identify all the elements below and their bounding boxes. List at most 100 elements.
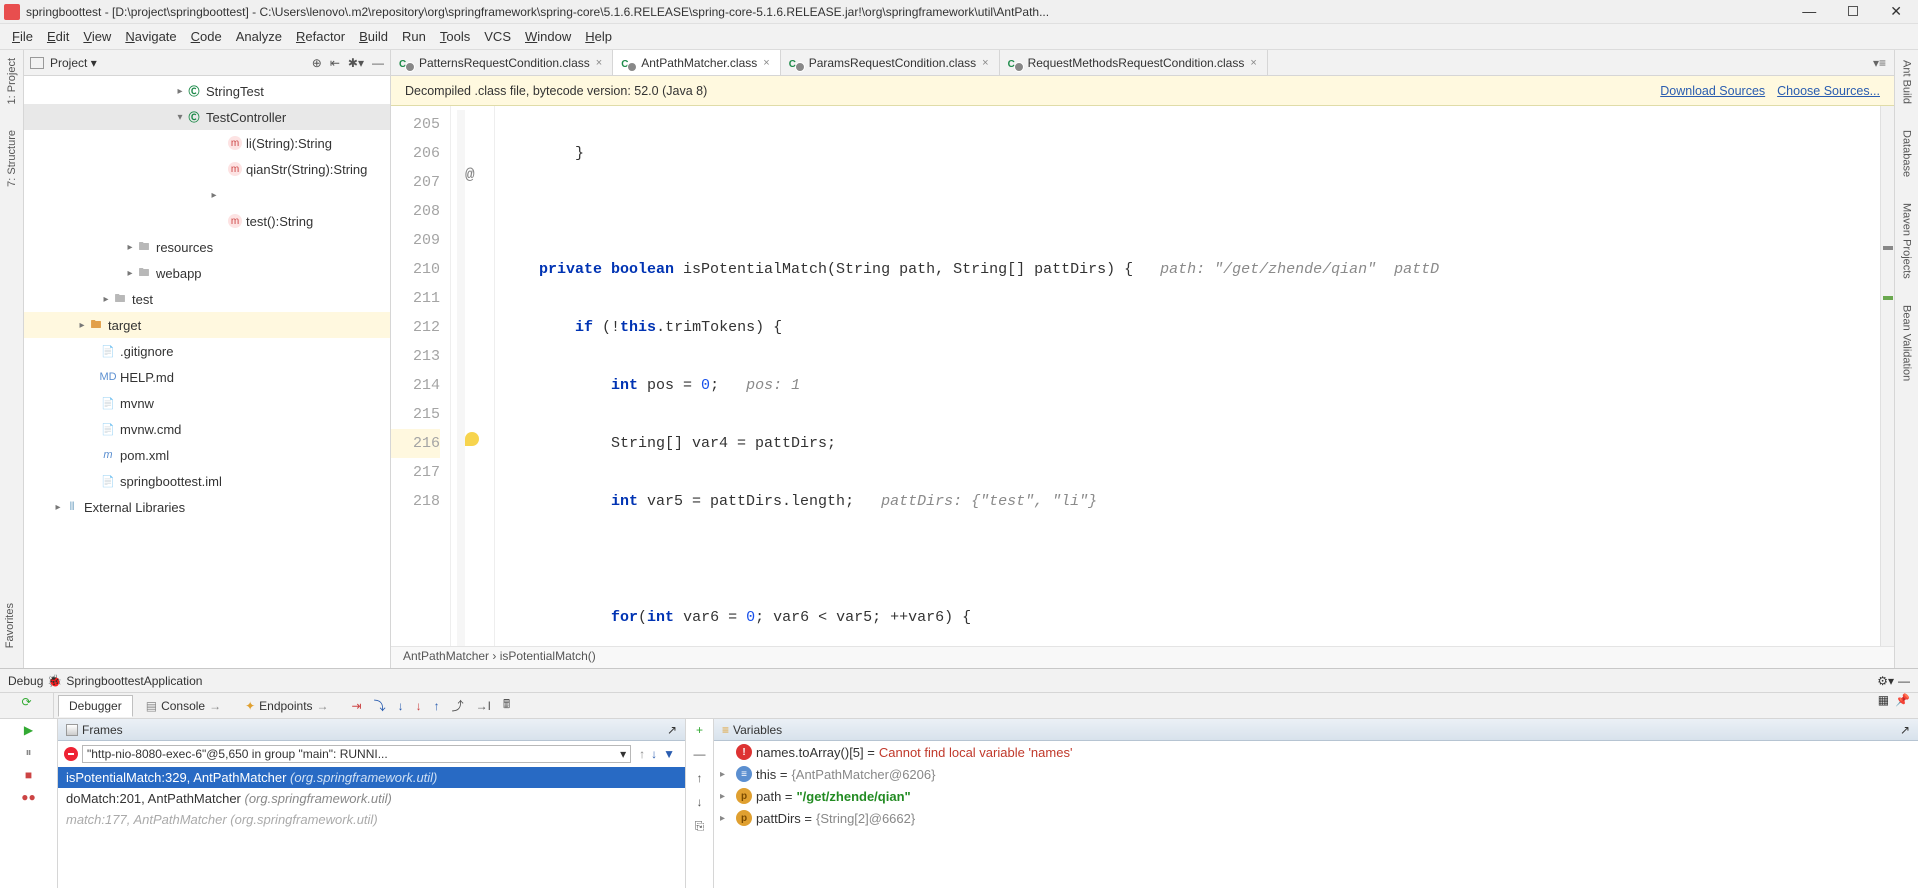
tree-resources[interactable]: resources bbox=[156, 240, 213, 255]
maximize-button[interactable] bbox=[1842, 3, 1864, 20]
menu-run[interactable]: Run bbox=[396, 27, 432, 46]
debug-hide-icon[interactable]: — bbox=[1898, 674, 1910, 688]
tree-m-qianstr[interactable]: qianStr(String):String bbox=[246, 162, 367, 177]
pause-icon[interactable]: ⏸ bbox=[25, 745, 31, 760]
tree-target[interactable]: target bbox=[108, 318, 141, 333]
menu-file[interactable]: File bbox=[6, 27, 39, 46]
close-icon[interactable]: × bbox=[982, 57, 988, 69]
tree-pom[interactable]: pom.xml bbox=[120, 448, 169, 463]
hide-icon[interactable]: — bbox=[372, 56, 384, 70]
drop-frame-icon[interactable]: ⤴ bbox=[452, 697, 464, 714]
step-into-icon[interactable]: ↓ bbox=[398, 699, 404, 713]
thread-select[interactable]: "http-nio-8080-exec-6"@5,650 in group "m… bbox=[82, 745, 631, 763]
download-sources-link[interactable]: Download Sources bbox=[1660, 84, 1765, 98]
prev-frame-icon[interactable]: ↑ bbox=[639, 747, 645, 761]
rail-bean-validation[interactable]: Bean Validation bbox=[1901, 301, 1913, 385]
menu-build[interactable]: Build bbox=[353, 27, 394, 46]
stack-frame[interactable]: match:177, AntPathMatcher (org.springfra… bbox=[58, 809, 685, 830]
rail-ant-build[interactable]: Ant Build bbox=[1901, 56, 1913, 108]
rail-structure[interactable]: 7: Structure bbox=[6, 126, 18, 191]
debug-label[interactable]: Debug bbox=[8, 674, 43, 688]
close-icon[interactable]: × bbox=[1250, 57, 1256, 69]
tree-m-li[interactable]: li(String):String bbox=[246, 136, 332, 151]
rail-maven[interactable]: Maven Projects bbox=[1901, 199, 1913, 283]
tree-test[interactable]: test bbox=[132, 292, 153, 307]
layout-icon[interactable]: ▦ bbox=[1878, 693, 1889, 718]
tab-params[interactable]: ParamsRequestCondition.class× bbox=[781, 50, 1000, 75]
close-icon[interactable]: × bbox=[763, 57, 769, 69]
editor-breadcrumb[interactable]: AntPathMatcher › isPotentialMatch() bbox=[391, 646, 1894, 668]
evaluate-icon[interactable]: 🖩 bbox=[503, 695, 510, 716]
vars-restore-icon[interactable]: ↗ bbox=[1900, 723, 1910, 737]
tree-webapp[interactable]: webapp bbox=[156, 266, 202, 281]
menu-navigate[interactable]: Navigate bbox=[119, 27, 182, 46]
tree-help[interactable]: HELP.md bbox=[120, 370, 174, 385]
scroll-map[interactable] bbox=[1880, 106, 1894, 646]
menu-help[interactable]: Help bbox=[579, 27, 618, 46]
stack-frame[interactable]: isPotentialMatch:329, AntPathMatcher (or… bbox=[58, 767, 685, 788]
project-tree[interactable]: ▸ⒸStringTest ▾ⒸTestController mli(String… bbox=[24, 76, 390, 668]
menu-code[interactable]: Code bbox=[185, 27, 228, 46]
menu-window[interactable]: Window bbox=[519, 27, 577, 46]
tab-requestmethods[interactable]: RequestMethodsRequestCondition.class× bbox=[1000, 50, 1268, 75]
tree-mvnwcmd[interactable]: mvnw.cmd bbox=[120, 422, 181, 437]
endpoints-tab[interactable]: ✦Endpoints→ bbox=[234, 695, 339, 717]
debug-settings-icon[interactable]: ⚙▾ bbox=[1877, 674, 1894, 688]
console-tab[interactable]: ▤Console→ bbox=[135, 695, 232, 717]
frames-restore-icon[interactable]: ↗ bbox=[667, 723, 677, 737]
view-breakpoints-icon[interactable]: ●● bbox=[21, 790, 36, 804]
bulb-icon[interactable] bbox=[465, 432, 479, 446]
resume-icon[interactable]: ▶ bbox=[24, 723, 33, 737]
project-dropdown[interactable]: Project ▾ bbox=[50, 56, 97, 70]
menu-tools[interactable]: Tools bbox=[434, 27, 476, 46]
force-step-into-icon[interactable]: ↓ bbox=[416, 699, 422, 713]
stack-frame[interactable]: doMatch:201, AntPathMatcher (org.springf… bbox=[58, 788, 685, 809]
override-icon[interactable]: @ bbox=[465, 166, 475, 184]
tabs-more-icon[interactable]: ▾≡ bbox=[1865, 56, 1894, 70]
locate-icon[interactable]: ⊕ bbox=[312, 56, 322, 70]
tree-m-test[interactable]: test():String bbox=[246, 214, 313, 229]
pin-icon[interactable]: 📌 bbox=[1895, 693, 1910, 718]
step-over-icon[interactable]: ⤵ bbox=[374, 697, 386, 714]
stop-icon[interactable]: ■ bbox=[25, 768, 32, 782]
tree-iml[interactable]: springboottest.iml bbox=[120, 474, 222, 489]
variable-row[interactable]: ▸≡this = {AntPathMatcher@6206} bbox=[714, 763, 1918, 785]
add-watch-icon[interactable]: + bbox=[696, 723, 703, 737]
step-out-icon[interactable]: ↑ bbox=[434, 699, 440, 713]
line-gutter[interactable]: 2052062072082092102112122132142152162172… bbox=[391, 106, 451, 646]
menu-edit[interactable]: Edit bbox=[41, 27, 75, 46]
close-icon[interactable]: × bbox=[596, 57, 602, 69]
tab-antpathmatcher[interactable]: AntPathMatcher.class× bbox=[613, 50, 781, 75]
filter-icon[interactable]: ▼ bbox=[663, 747, 675, 761]
collapse-icon[interactable]: ⇤ bbox=[330, 56, 340, 70]
menu-refactor[interactable]: Refactor bbox=[290, 27, 351, 46]
run-to-cursor-icon[interactable]: →I bbox=[476, 699, 491, 713]
choose-sources-link[interactable]: Choose Sources... bbox=[1777, 84, 1880, 98]
show-execution-icon[interactable]: ⇥ bbox=[352, 699, 362, 713]
fold-column[interactable]: @ bbox=[451, 106, 495, 646]
code-editor[interactable]: } private boolean isPotentialMatch(Strin… bbox=[495, 106, 1880, 646]
menu-vcs[interactable]: VCS bbox=[478, 27, 517, 46]
copy-icon[interactable]: ⎘ bbox=[695, 819, 705, 834]
down-icon[interactable]: ↓ bbox=[697, 795, 703, 809]
up-icon[interactable]: ↑ bbox=[697, 771, 703, 785]
tree-testcontroller[interactable]: TestController bbox=[206, 110, 286, 125]
remove-watch-icon[interactable]: — bbox=[694, 747, 706, 761]
tab-patterns[interactable]: PatternsRequestCondition.class× bbox=[391, 50, 613, 75]
debugger-tab[interactable]: Debugger bbox=[58, 695, 133, 717]
variable-row[interactable]: !names.toArray()[5] = Cannot find local … bbox=[714, 741, 1918, 763]
minimize-button[interactable]: — bbox=[1796, 3, 1822, 20]
debug-config[interactable]: SpringboottestApplication bbox=[66, 674, 202, 688]
tree-stringtest[interactable]: StringTest bbox=[206, 84, 264, 99]
next-frame-icon[interactable]: ↓ bbox=[651, 747, 657, 761]
variable-row[interactable]: ▸pattDirs = {String[2]@6662} bbox=[714, 807, 1918, 829]
rail-favorites[interactable]: Favorites bbox=[4, 603, 16, 648]
tree-external-libraries[interactable]: External Libraries bbox=[84, 500, 185, 515]
rerun-icon[interactable]: ⟳ bbox=[21, 695, 31, 709]
tree-gitignore[interactable]: .gitignore bbox=[120, 344, 173, 359]
rail-project[interactable]: 1: Project bbox=[6, 54, 18, 108]
menu-view[interactable]: View bbox=[77, 27, 117, 46]
variable-row[interactable]: ▸path = "/get/zhende/qian" bbox=[714, 785, 1918, 807]
rail-database[interactable]: Database bbox=[1901, 126, 1913, 181]
close-button[interactable]: ✕ bbox=[1884, 3, 1908, 20]
